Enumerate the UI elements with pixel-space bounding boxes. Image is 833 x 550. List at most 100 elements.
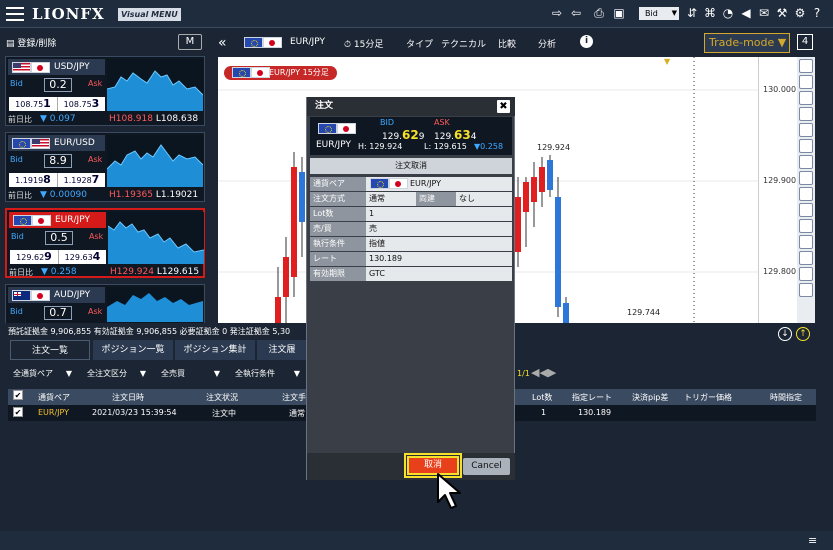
ray-tool-icon[interactable] xyxy=(799,155,813,169)
high-annotation: 129.924 xyxy=(537,143,571,152)
pie-chart-icon[interactable]: ◔ xyxy=(721,6,735,20)
detail-key: 通貨ペア xyxy=(310,177,366,191)
rate-card-eurjpy[interactable]: EUR/JPY Bid 0.5 Ask 129.629 129.634 前日比 … xyxy=(5,208,205,278)
ask-main: 129.63 xyxy=(64,253,93,262)
visual-menu-badge[interactable]: Visual MENU xyxy=(118,8,181,21)
col-datetime[interactable]: 注文日時 xyxy=(112,392,144,403)
col-time[interactable]: 時間指定 xyxy=(770,392,802,403)
tab-order-history[interactable]: 注文履 xyxy=(257,340,307,360)
ask-rate-button[interactable]: 1.19287 xyxy=(57,173,105,187)
rate-card-usdjpy[interactable]: USD/JPY Bid 0.2 Ask 108.751 108.753 前日比 … xyxy=(5,56,205,126)
detail-value: 130.189 xyxy=(366,252,512,266)
mode-m-button[interactable]: M xyxy=(178,34,202,50)
help-icon[interactable]: ? xyxy=(810,6,824,20)
scroll-up-icon[interactable]: ↑ xyxy=(796,327,810,341)
export-icon[interactable]: ⇨ xyxy=(550,6,564,20)
ask-label: Ask xyxy=(88,307,103,316)
select-all-checkbox[interactable]: ✔ xyxy=(13,390,23,400)
print-icon[interactable]: ⎙ xyxy=(592,6,606,20)
us-jp-flag-icon xyxy=(12,62,50,73)
col-pair[interactable]: 通貨ペア xyxy=(38,392,70,403)
high-value: H129.924 xyxy=(110,267,154,277)
rate-card-eurusd[interactable]: EUR/USD Bid 8.9 Ask 1.19198 1.19287 前日比 … xyxy=(5,132,205,202)
indicator-tool-icon[interactable] xyxy=(799,107,813,121)
layers-tool-icon[interactable] xyxy=(799,267,813,281)
sound-icon[interactable]: ◀ xyxy=(739,6,753,20)
row-pair: EUR/JPY xyxy=(38,408,70,417)
col-method[interactable]: 注文手 xyxy=(282,392,306,403)
bid-rate-button[interactable]: 129.629 xyxy=(10,250,58,264)
col-lot[interactable]: Lot数 xyxy=(532,392,552,403)
price-tick: 130.000 xyxy=(763,85,797,94)
chat-tool-icon[interactable] xyxy=(799,91,813,105)
tab-position-list[interactable]: ポジション一覧 xyxy=(93,340,173,360)
hamburger-menu-icon[interactable] xyxy=(6,7,24,21)
bid-rate-button[interactable]: 1.19198 xyxy=(9,173,57,187)
technical-button[interactable]: テクニカル xyxy=(441,37,486,50)
tab-order-list[interactable]: 注文一覧 xyxy=(10,340,90,360)
mail-tool-icon[interactable] xyxy=(799,59,813,73)
bid-rate-button[interactable]: 108.751 xyxy=(9,97,57,111)
collapse-panel-icon[interactable]: ≡ xyxy=(808,534,817,547)
col-status[interactable]: 注文状況 xyxy=(206,392,238,403)
col-trigger[interactable]: トリガー価格 xyxy=(684,392,732,403)
channel-tool-icon[interactable] xyxy=(799,203,813,217)
side-filter[interactable]: 全売買 xyxy=(158,366,222,382)
close-dialog-button[interactable]: Cancel xyxy=(463,458,510,475)
execution-filter[interactable]: 全執行条件 xyxy=(232,366,302,382)
rate-card-audjpy[interactable]: AUD/JPY Bid 0.7 Ask xyxy=(5,284,205,323)
close-icon[interactable]: ✖ xyxy=(497,100,510,113)
chart-type-button[interactable]: タイプ xyxy=(406,37,433,50)
interval-button[interactable]: ⏱ 15分足 xyxy=(344,37,383,50)
analysis-button[interactable]: 分析 xyxy=(538,37,556,50)
scroll-down-icon[interactable]: ↓ xyxy=(778,327,792,341)
eu-us-flag-icon xyxy=(12,138,50,149)
currency-pair-filter[interactable]: 全通貨ペア xyxy=(10,366,74,382)
detail-key: 執行条件 xyxy=(310,237,366,251)
brush-icon[interactable]: ⚒ xyxy=(775,6,789,20)
bid-pip: 1 xyxy=(43,97,51,110)
ask-main: 108.75 xyxy=(63,100,92,109)
trade-mode-button[interactable]: Trade-mode ▼ xyxy=(704,33,790,53)
settings-icon[interactable]: ⚙ xyxy=(793,6,807,20)
import-icon[interactable]: ⇦ xyxy=(569,6,583,20)
prev-day-label: 前日比 xyxy=(9,268,33,277)
page-nav-icon[interactable]: ◀◀▶ xyxy=(531,366,556,379)
info-icon[interactable]: i xyxy=(580,35,593,48)
ask-rate-button[interactable]: 108.753 xyxy=(57,97,105,111)
position-icon[interactable]: ⌘ xyxy=(703,6,717,20)
fibonacci-tool-icon[interactable] xyxy=(799,219,813,233)
eu-jp-flag-icon xyxy=(318,123,356,134)
detail-key: 両建 xyxy=(416,192,456,206)
bid-ask-select[interactable]: Bid xyxy=(639,7,679,20)
mail-icon[interactable]: ✉ xyxy=(757,6,771,20)
vertical-line-icon[interactable] xyxy=(799,187,813,201)
cursor-tool-icon[interactable] xyxy=(799,123,813,137)
col-pip[interactable]: 決済pip差 xyxy=(632,392,668,403)
ask-rate-button[interactable]: 129.634 xyxy=(58,250,106,264)
alert-tool-icon[interactable] xyxy=(799,75,813,89)
add-remove-pairs-button[interactable]: ▤ 登録/削除 xyxy=(6,36,56,49)
buy-sell-icon[interactable]: ⇵ xyxy=(685,6,699,20)
horizontal-line-icon[interactable] xyxy=(799,171,813,185)
detail-value: 売 xyxy=(366,222,512,236)
ask-label: Ask xyxy=(88,155,103,164)
chart-label-text: EUR/JPY 15分足 xyxy=(269,68,329,77)
layout-count-button[interactable]: 4 xyxy=(797,34,813,50)
tab-position-summary[interactable]: ポジション集計 xyxy=(175,340,255,360)
chart-pair-select[interactable]: EUR/JPY xyxy=(290,37,325,47)
collapse-panel-icon[interactable]: « xyxy=(218,35,227,51)
order-type-filter[interactable]: 全注文区分 xyxy=(84,366,148,382)
erase-tool-icon[interactable] xyxy=(799,283,813,297)
text-tool-icon[interactable] xyxy=(799,235,813,249)
low-annotation: 129.744 xyxy=(627,308,661,317)
col-rate[interactable]: 指定レート xyxy=(572,392,612,403)
row-checkbox[interactable]: ✔ xyxy=(13,407,23,417)
save-icon[interactable]: ▣ xyxy=(612,6,626,20)
bid-pip: 8 xyxy=(43,173,51,186)
grid-tool-icon[interactable] xyxy=(799,251,813,265)
au-jp-flag-icon xyxy=(12,290,50,301)
trendline-tool-icon[interactable] xyxy=(799,139,813,153)
status-bar xyxy=(0,531,833,550)
compare-button[interactable]: 比較 xyxy=(498,37,516,50)
